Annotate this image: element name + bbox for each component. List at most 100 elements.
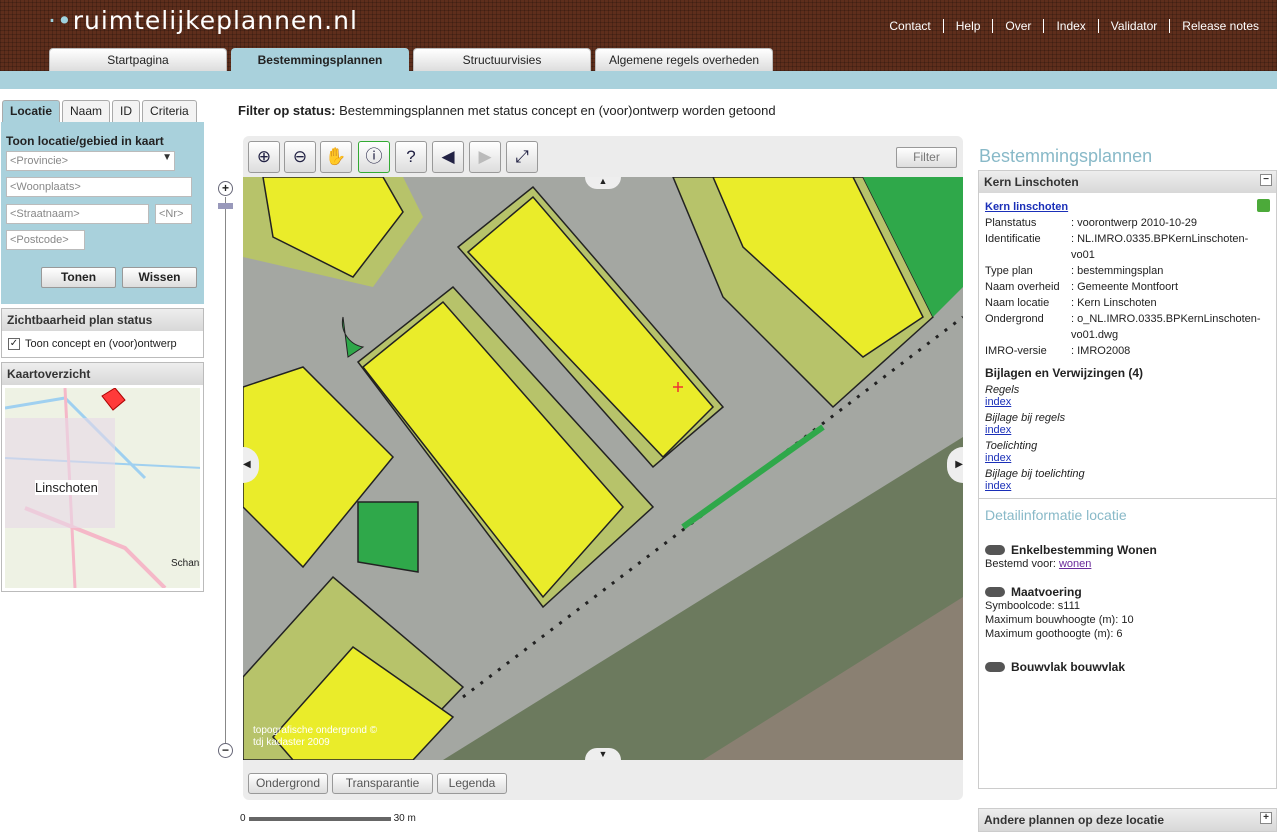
nav-release-notes[interactable]: Release notes — [1169, 19, 1271, 33]
next-extent-icon[interactable]: ▶ — [469, 141, 501, 173]
status-filter-text: Filter op status: Bestemmingsplannen met… — [238, 103, 776, 118]
nav-index[interactable]: Index — [1043, 19, 1097, 33]
ondergrond-button[interactable]: Ondergrond — [248, 773, 328, 794]
copyright-line-2: tdj kadaster 2009 — [253, 737, 330, 748]
map-toolbar: ⊕ ⊖ ✋ ⓘ ? ◀ ▶ ⤢ Filter — [243, 136, 963, 177]
tonen-button[interactable]: Tonen — [41, 267, 116, 288]
postcode-input[interactable]: <Postcode> — [6, 230, 85, 250]
concept-checkbox-label: Toon concept en (voor)ontwerp — [25, 338, 177, 350]
pan-down-icon[interactable]: ▼ — [585, 748, 621, 760]
huisnummer-input[interactable]: <Nr> — [155, 204, 192, 224]
tab-id[interactable]: ID — [112, 100, 141, 122]
enkelbestemming-header: Enkelbestemming Wonen — [985, 543, 1270, 557]
main-tabs: Startpagina Bestemmingsplannen Structuur… — [49, 48, 777, 71]
bijlage-index-link[interactable]: index — [985, 452, 1270, 464]
bijlage-label: Bijlage bij regels — [985, 412, 1066, 424]
bijlage-label: Bijlage bij toelichting — [985, 468, 1085, 480]
attribute-value: : o_NL.IMRO.0335.BPKernLinschoten-vo01.d… — [1071, 313, 1261, 341]
overview-title: Kaartoverzicht — [2, 363, 203, 385]
overview-panel: Kaartoverzicht Linschoten Schans — [1, 362, 204, 592]
attribute-value: : Gemeente Montfoort — [1071, 281, 1178, 293]
attribute-key: Identificatie — [985, 233, 1041, 245]
tab-criteria[interactable]: Criteria — [142, 100, 197, 122]
bijlage-label: Regels — [985, 384, 1020, 396]
location-search-box: Toon locatie/gebied in kaart <Provincie>… — [1, 122, 204, 304]
bouwvlak-header: Bouwvlak bouwvlak — [985, 660, 1270, 674]
bijlage-label: Toelichting — [985, 440, 1038, 452]
nav-contact[interactable]: Contact — [877, 19, 942, 33]
overview-map[interactable]: Linschoten Schans — [5, 388, 200, 588]
other-plans-header[interactable]: Andere plannen op deze locatie + — [978, 808, 1277, 832]
bestemd-voor-line: Bestemd voor: wonen — [985, 557, 1270, 571]
full-extent-icon[interactable]: ⤢ — [506, 141, 538, 173]
copyright-line-1: topografische ondergrond © — [253, 725, 378, 736]
zoom-in-tool-icon[interactable]: ⊕ — [248, 141, 280, 173]
attribute-key: IMRO-versie — [985, 345, 1047, 357]
legenda-button[interactable]: Legenda — [437, 773, 507, 794]
concept-checkbox[interactable]: ✓ — [8, 338, 20, 350]
site-logo[interactable]: ·•ruimtelijkeplannen.nl — [48, 6, 358, 35]
attribute-key: Ondergrond — [985, 313, 1044, 325]
attribute-value: : voorontwerp 2010-10-29 — [1071, 217, 1197, 229]
tab-startpagina[interactable]: Startpagina — [49, 48, 227, 71]
tab-bestemmingsplannen[interactable]: Bestemmingsplannen — [231, 48, 409, 71]
map-copyright: topografische ondergrond © tdj kadaster … — [253, 725, 377, 749]
filter-button[interactable]: Filter — [896, 147, 957, 168]
nav-over[interactable]: Over — [992, 19, 1043, 33]
wissen-button[interactable]: Wissen — [122, 267, 197, 288]
plan-header[interactable]: Kern Linschoten − — [979, 171, 1276, 193]
scale-end: 30 m — [393, 813, 416, 824]
filter-label: Filter op status: — [238, 103, 336, 118]
nav-help[interactable]: Help — [942, 19, 993, 33]
province-select[interactable]: <Provincie> ▼ — [6, 151, 175, 171]
maatvoering-line: Symboolcode: s111 — [985, 600, 1080, 612]
transparantie-button[interactable]: Transparantie — [332, 773, 433, 794]
collapse-icon[interactable]: − — [1260, 174, 1272, 186]
right-panel: Bestemmingsplannen Kern Linschoten − Kern… — [978, 140, 1277, 833]
scale-bar: 0 30 m — [240, 813, 416, 824]
info-icon[interactable]: ⓘ — [358, 141, 390, 173]
zoom-out-icon[interactable]: − — [218, 743, 233, 758]
detail-title: Detailinformatie locatie — [985, 507, 1127, 523]
bijlage-index-link[interactable]: index — [985, 480, 1270, 492]
plan-attribute-list: Planstatus: voorontwerp 2010-10-29 Identi… — [985, 215, 1270, 359]
tab-structuurvisies[interactable]: Structuurvisies — [413, 48, 591, 71]
zoom-handle[interactable] — [218, 203, 233, 209]
visibility-title: Zichtbaarheid plan status — [2, 309, 203, 331]
other-plans-label: Andere plannen op deze locatie — [984, 813, 1165, 827]
zoom-in-icon[interactable]: + — [218, 181, 233, 196]
woonplaats-input[interactable]: <Woonplaats> — [6, 177, 192, 197]
binoculars-icon — [985, 545, 1005, 555]
measure-icon[interactable]: ? — [395, 141, 427, 173]
plan-attribute-row: Naam overheid: Gemeente Montfoort — [985, 279, 1270, 295]
map-view[interactable]: topografische ondergrond © tdj kadaster … — [243, 177, 963, 760]
bijlage-index-link[interactable]: index — [985, 396, 1270, 408]
maatvoering-line: Maximum goothoogte (m): 6 — [985, 628, 1123, 640]
attribute-key: Naam locatie — [985, 297, 1050, 309]
zoom-track — [225, 197, 226, 750]
zoom-out-tool-icon[interactable]: ⊖ — [284, 141, 316, 173]
plan-attribute-row: Planstatus: voorontwerp 2010-10-29 — [985, 215, 1270, 231]
plan-attribute-row: Type plan : bestemmingsplan — [985, 263, 1270, 279]
plan-attribute-row: Identificatie: NL.IMRO.0335.BPKernLinsch… — [985, 231, 1270, 263]
expand-icon[interactable]: + — [1260, 812, 1272, 824]
attribute-key: Type plan — [985, 265, 1033, 277]
tab-algemene-regels[interactable]: Algemene regels overheden — [595, 48, 773, 71]
wonen-link[interactable]: wonen — [1059, 558, 1091, 570]
plan-link[interactable]: Kern linschoten — [985, 201, 1068, 213]
pan-hand-icon[interactable]: ✋ — [320, 141, 352, 173]
bijlage-index-link[interactable]: index — [985, 424, 1270, 436]
overview-place-schans: Schans — [171, 558, 200, 569]
tab-naam[interactable]: Naam — [62, 100, 111, 122]
bijlagen-list: Regels index Bijlage bij regels index Toelic… — [985, 384, 1270, 492]
straatnaam-input[interactable]: <Straatnaam> — [6, 204, 149, 224]
attribute-value: : bestemmingsplan — [1071, 265, 1164, 277]
previous-extent-icon[interactable]: ◀ — [432, 141, 464, 173]
visibility-panel: Zichtbaarheid plan status ✓ Toon concept… — [1, 308, 204, 358]
zoom-slider[interactable]: + − — [218, 181, 234, 761]
plan-attribute-row: IMRO-versie: IMRO2008 — [985, 343, 1270, 359]
scale-line — [248, 816, 391, 821]
tab-locatie[interactable]: Locatie — [2, 100, 61, 122]
nav-validator[interactable]: Validator — [1097, 19, 1169, 33]
maatvoering-line: Maximum bouwhoogte (m): 10 — [985, 614, 1134, 626]
